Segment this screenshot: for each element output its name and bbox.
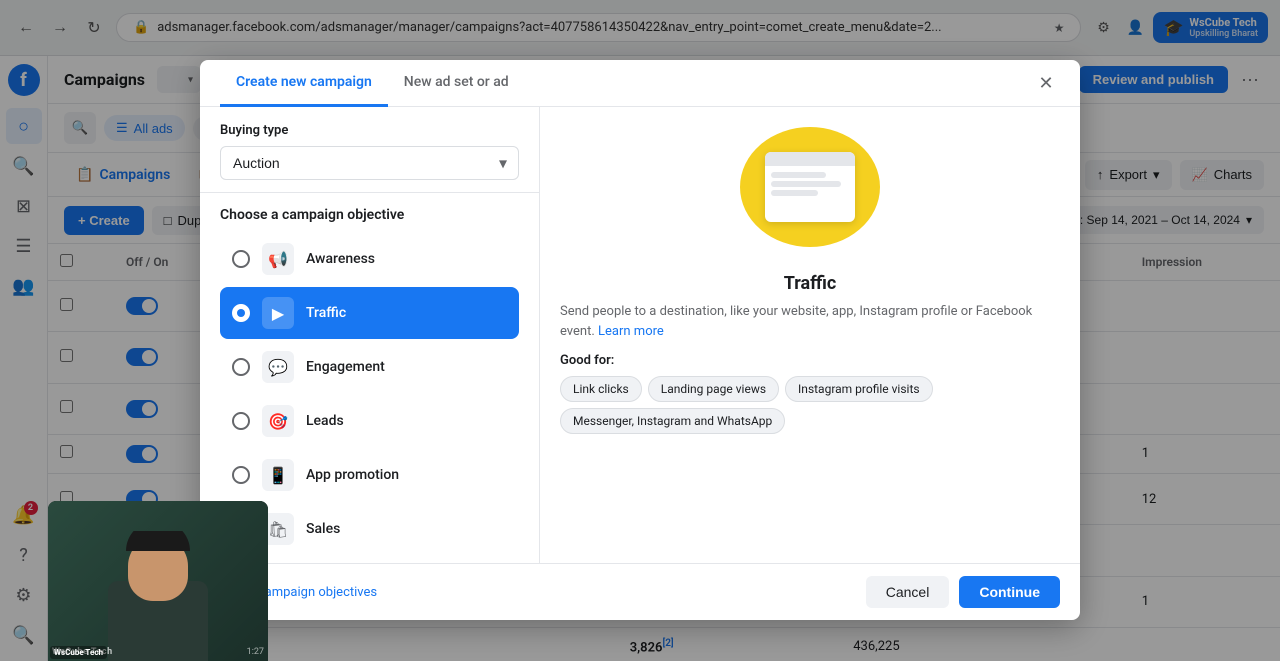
modal-right-panel: 🖰 Traffic Send people to a destination, … (540, 107, 1080, 563)
objective-awareness[interactable]: 📢 Awareness (220, 233, 519, 285)
radio-awareness (232, 250, 250, 268)
objective-icon-traffic: ▶ (262, 297, 294, 329)
modal-close-button[interactable]: ✕ (1032, 69, 1060, 97)
buying-type-select[interactable]: Auction (220, 146, 519, 180)
cancel-button[interactable]: Cancel (866, 576, 950, 608)
objective-engagement[interactable]: 💬 Engagement (220, 341, 519, 393)
good-for-tags: Link clicksLanding page viewsInstagram p… (560, 376, 1060, 434)
objective-icon-app_promotion: 📱 (262, 459, 294, 491)
continue-button[interactable]: Continue (959, 576, 1060, 608)
good-for-tag: Landing page views (648, 376, 779, 402)
modal-footer: About campaign objectives Cancel Continu… (200, 563, 1080, 620)
radio-leads (232, 412, 250, 430)
objective-label-traffic: Traffic (306, 305, 346, 321)
illustration-screen (765, 152, 855, 222)
modal-body: Buying type Auction Choose a campaign ob… (200, 107, 1080, 563)
good-for-tag: Link clicks (560, 376, 642, 402)
good-for-label: Good for: (560, 353, 1060, 368)
illustration-background: 🖰 (740, 127, 880, 247)
radio-traffic (232, 304, 250, 322)
objective-leads[interactable]: 🎯 Leads (220, 395, 519, 447)
tab-create-campaign[interactable]: Create new campaign (220, 60, 388, 107)
buying-type-label: Buying type (220, 123, 519, 138)
good-for-tag: Instagram profile visits (785, 376, 933, 402)
objective-icon-engagement: 💬 (262, 351, 294, 383)
objective-app_promotion[interactable]: 📱 App promotion (220, 449, 519, 501)
illustration-screen-header (765, 152, 855, 166)
tab-new-ad[interactable]: New ad set or ad (388, 60, 525, 107)
objective-label-app_promotion: App promotion (306, 467, 399, 483)
traffic-title: Traffic (784, 273, 837, 294)
objective-icon-leads: 🎯 (262, 405, 294, 437)
objective-label-awareness: Awareness (306, 251, 375, 267)
video-overlay: WsCube Tech 1:27 WsCube Tech (48, 501, 268, 661)
modal-left-panel: Buying type Auction Choose a campaign ob… (200, 107, 540, 563)
radio-engagement (232, 358, 250, 376)
traffic-illustration: 🖰 (730, 127, 890, 257)
objective-label-sales: Sales (306, 521, 340, 537)
modal-header: Create new campaign New ad set or ad ✕ (200, 60, 1080, 107)
objective-icon-awareness: 📢 (262, 243, 294, 275)
video-brand: WsCube Tech (54, 648, 103, 657)
buying-type-section: Buying type Auction (200, 107, 539, 193)
campaign-modal: Create new campaign New ad set or ad ✕ B… (200, 60, 1080, 620)
traffic-description: Send people to a destination, like your … (560, 302, 1060, 341)
objective-label-leads: Leads (306, 413, 344, 429)
objective-traffic[interactable]: ▶ Traffic (220, 287, 519, 339)
good-for-tag: Messenger, Instagram and WhatsApp (560, 408, 785, 434)
radio-app_promotion (232, 466, 250, 484)
video-person: WsCube Tech 1:27 WsCube Tech (48, 501, 268, 661)
buying-type-select-wrapper: Auction (220, 146, 519, 180)
learn-more-link[interactable]: Learn more (598, 324, 664, 339)
objective-label-engagement: Engagement (306, 359, 385, 375)
footer-actions: Cancel Continue (866, 576, 1060, 608)
objective-heading: Choose a campaign objective (220, 207, 519, 223)
